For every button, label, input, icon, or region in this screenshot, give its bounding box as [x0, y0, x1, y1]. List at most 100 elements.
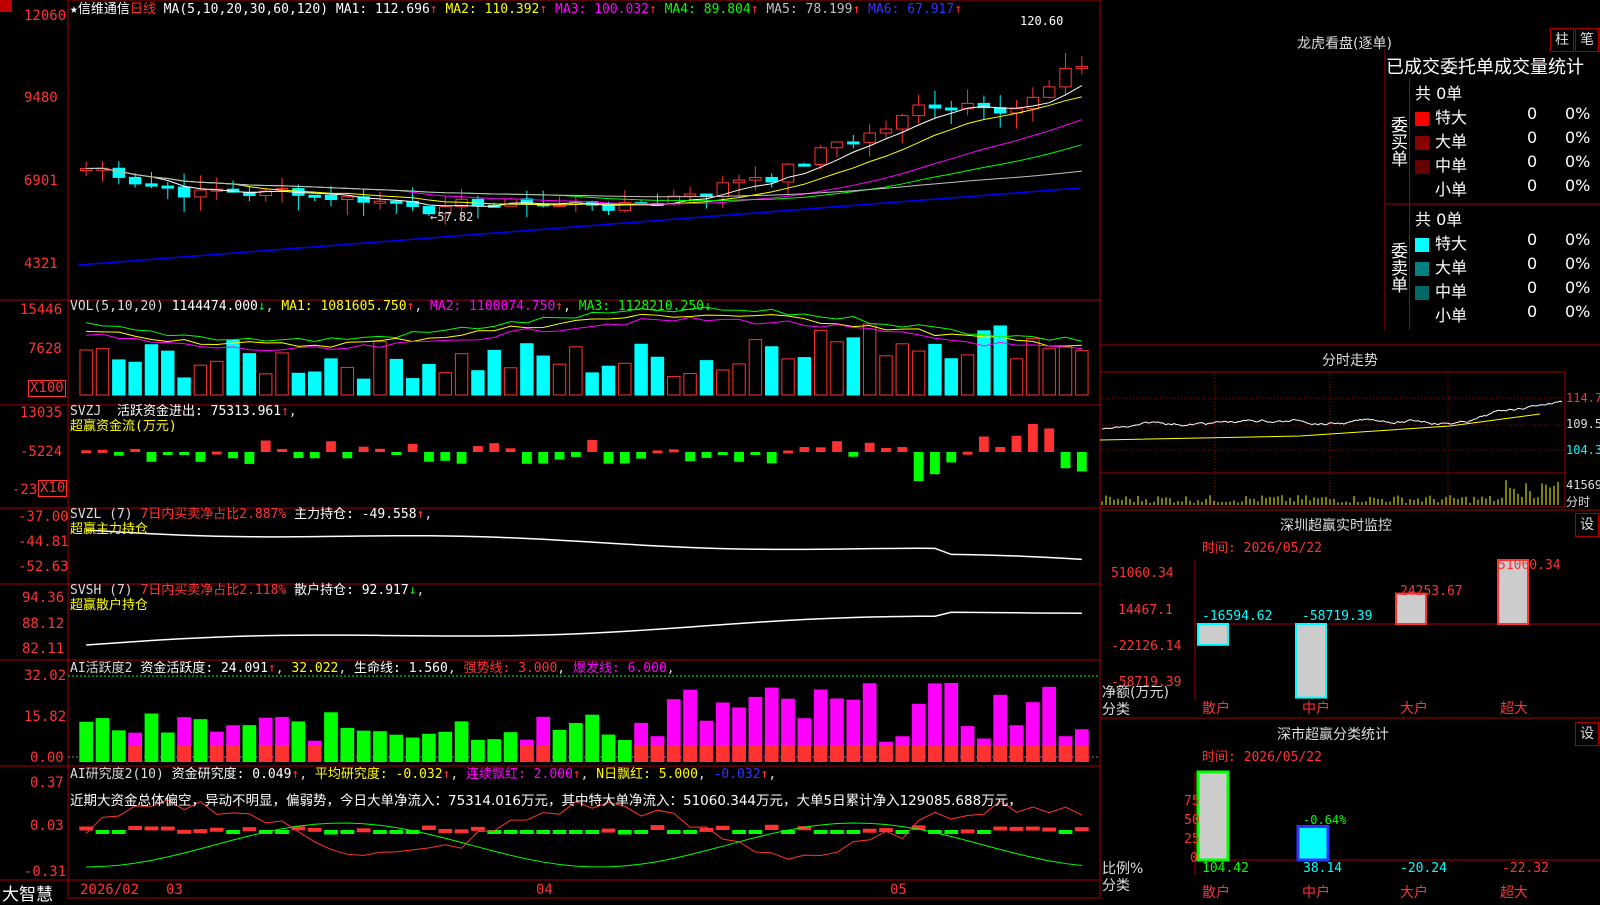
- volume-bar: [356, 378, 371, 396]
- svsh-desc2: 散户持仓: 92.917: [294, 583, 409, 598]
- research-bar: [1074, 827, 1089, 832]
- volume-bar: [667, 376, 681, 396]
- activity-bar: [193, 719, 208, 762]
- sell-row-l: 大单 0 0%: [1415, 254, 1595, 278]
- row-pct: 0%: [1565, 104, 1591, 123]
- monitor-value-label: -58719.39: [1302, 609, 1373, 624]
- ma6-value: MA6: 67.917: [868, 2, 955, 17]
- research-bar: [111, 830, 126, 834]
- volume-bar: [471, 370, 485, 396]
- monitor-settings-button[interactable]: 设: [1575, 513, 1599, 537]
- activity-base: [1058, 745, 1073, 762]
- research-bar: [993, 826, 1008, 831]
- air-tick: 0.03: [30, 818, 64, 834]
- fund-flow-bar: [701, 452, 712, 458]
- low-price-mark: ←57.82: [430, 210, 474, 224]
- activity-base: [879, 745, 893, 762]
- svsh-sub: 超赢散户持仓: [70, 598, 149, 613]
- fund-flow-bar: [962, 451, 973, 455]
- volume-bar: [765, 346, 779, 396]
- color-swatch: [1415, 135, 1429, 150]
- bar-mode-button[interactable]: 柱: [1550, 28, 1574, 52]
- classify-cat: 超大: [1500, 885, 1528, 901]
- activity-base: [536, 745, 551, 762]
- ai2-tick: 0.00: [30, 750, 64, 766]
- volume-bar: [634, 343, 648, 396]
- svzl-header: SVZL (7) 7日内买卖净占比2.887% 主力持仓: -49.558↑,: [70, 507, 433, 522]
- row-count: 0: [1527, 176, 1538, 195]
- vol-value: 1144474.000: [171, 299, 258, 314]
- up-arrow-icon: ↑: [954, 2, 963, 17]
- volume-bar: [177, 377, 191, 396]
- row-count: 0: [1527, 104, 1538, 123]
- classify-tick: 0: [1190, 851, 1198, 866]
- longhu-tabs[interactable]: 已成交委托单成交量统计: [1386, 53, 1598, 79]
- fund-flow-bar: [750, 452, 761, 455]
- svzl-tick: -44.81: [18, 534, 69, 550]
- row-pct: 0%: [1565, 230, 1591, 249]
- price-tick: 6901: [24, 173, 58, 189]
- activity-bar: [373, 731, 387, 762]
- row-count: 0: [1527, 302, 1538, 321]
- research-bar: [552, 830, 567, 834]
- research-bar: [128, 826, 142, 831]
- svzl-sub: 超赢主力持仓: [70, 522, 149, 537]
- date-label: 05: [890, 882, 907, 898]
- color-swatch: [1415, 159, 1429, 174]
- activity-bar: [291, 721, 306, 762]
- activity-base: [275, 745, 289, 762]
- candle: [324, 194, 338, 201]
- volume-bar: [340, 366, 355, 396]
- fund-flow-bar: [979, 436, 989, 452]
- activity-bar: [568, 723, 583, 762]
- fenshi-tick: 109.5: [1566, 417, 1600, 431]
- monitor-value-label: 24253.67: [1400, 584, 1463, 599]
- color-swatch: [1415, 183, 1429, 198]
- fund-flow-bar: [570, 452, 581, 457]
- research-bar: [356, 828, 371, 833]
- svzj-header: SVZJ 活跃资金进出: 75313.961↑,: [70, 404, 297, 419]
- volume-bar: [895, 343, 909, 396]
- fund-flow-bar: [995, 447, 1006, 452]
- volume-bar: [650, 356, 665, 396]
- volume-bar: [520, 343, 534, 396]
- period-label[interactable]: 日线: [130, 2, 156, 17]
- fund-flow-bar: [130, 448, 141, 452]
- intraday-avg-line: [1099, 413, 1541, 441]
- activity-base: [666, 745, 681, 762]
- activity-base: [928, 745, 942, 762]
- candle: [145, 183, 158, 187]
- activity-base: [960, 745, 975, 762]
- fenshi-unit: 分时: [1566, 495, 1591, 509]
- fenshi-frame: [1099, 371, 1566, 508]
- monitor-cat: 散户: [1202, 701, 1230, 717]
- candle: [128, 176, 142, 185]
- research-bar: [944, 830, 959, 834]
- price-tick: 9480: [24, 90, 58, 106]
- ma-line: [86, 85, 1083, 207]
- fund-flow-bar: [734, 452, 744, 462]
- volume-bar: [846, 337, 861, 396]
- buy-side-label: 委买单: [1385, 78, 1410, 204]
- tick-mode-button[interactable]: 笔: [1575, 28, 1599, 52]
- activity-bar: [79, 721, 94, 762]
- row-pct: 0%: [1565, 302, 1591, 321]
- volume-bar: [862, 323, 877, 396]
- up-arrow-icon: ↑: [281, 404, 289, 419]
- fund-flow-bar: [832, 441, 842, 452]
- monitor-bar: [1295, 623, 1327, 699]
- volume-bar: [307, 371, 322, 396]
- activity-base: [258, 745, 273, 762]
- price-tick: 12060: [24, 8, 67, 24]
- monitor-cat: 中户: [1302, 701, 1330, 717]
- classify-settings-button[interactable]: 设: [1575, 722, 1599, 746]
- main-chart-canvas[interactable]: [0, 0, 1600, 900]
- buy-total: 共 0单: [1415, 84, 1463, 103]
- fund-flow-bar: [619, 452, 630, 464]
- fund-flow-bar: [799, 447, 810, 452]
- classify-value-label: 38.14: [1303, 861, 1343, 876]
- fund-flow-bar: [1076, 452, 1087, 472]
- fund-flow-bar: [1027, 423, 1038, 452]
- fund-flow-bar: [652, 450, 663, 454]
- volume-bar: [389, 358, 403, 396]
